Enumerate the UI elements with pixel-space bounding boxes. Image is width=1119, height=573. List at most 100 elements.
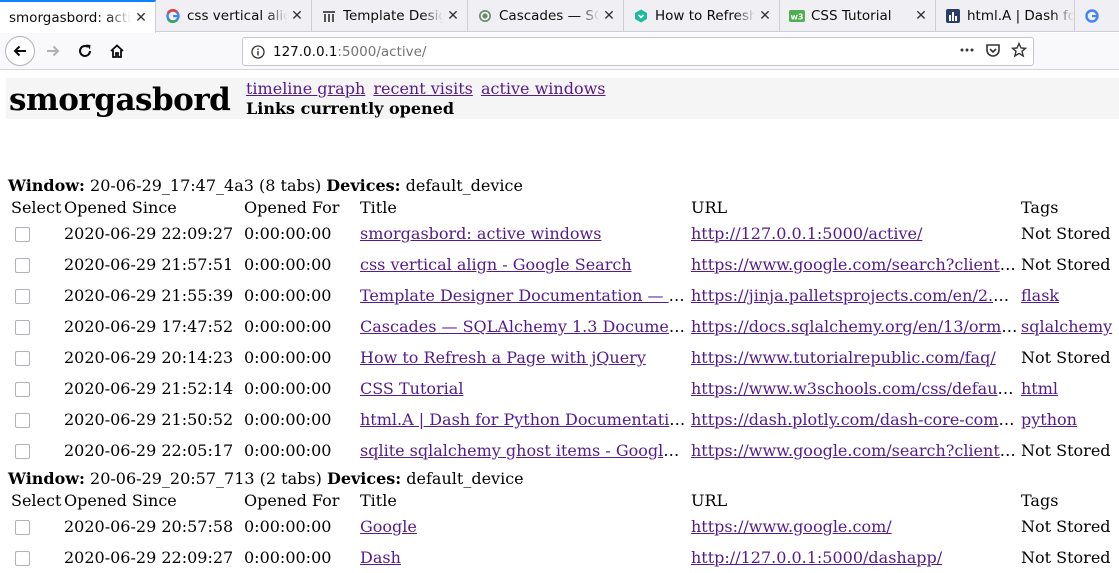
url-cell: http://127.0.0.1:5000/active/ <box>688 218 1018 249</box>
browser-tab-5[interactable]: w3 CSS Tutorial ✕ <box>780 0 936 32</box>
title-link[interactable]: Dash <box>360 548 401 567</box>
close-icon[interactable]: ✕ <box>599 8 619 24</box>
tags-cell: Not Stored <box>1018 249 1119 280</box>
browser-tab-2[interactable]: Template Designer Documentation ✕ <box>312 0 468 32</box>
select-checkbox[interactable] <box>15 320 30 335</box>
title-link[interactable]: How to Refresh a Page with jQuery <box>360 348 646 367</box>
url-link[interactable]: https://www.w3schools.com/css/default.as… <box>691 379 1018 398</box>
url-cell: https://dash.plotly.com/dash-core-compon… <box>688 404 1018 435</box>
close-icon[interactable]: ✕ <box>443 8 463 24</box>
select-checkbox[interactable] <box>15 413 30 428</box>
opened-for-cell: 0:00:00:00 <box>244 286 332 305</box>
select-checkbox[interactable] <box>15 258 30 273</box>
close-icon[interactable]: ✕ <box>131 10 151 26</box>
title-link[interactable]: sqlite sqlalchemy ghost items - Google S… <box>360 441 688 460</box>
device-name: default_device <box>405 176 523 195</box>
home-icon <box>110 44 124 58</box>
window-tab-count: (8 tabs) <box>259 176 322 195</box>
jinja-icon <box>321 8 337 24</box>
title-link[interactable]: Google <box>360 517 417 536</box>
bookmark-star-icon[interactable] <box>1011 42 1027 58</box>
close-icon[interactable]: ✕ <box>755 8 775 24</box>
url-cell: http://127.0.0.1:5000/dashapp/ <box>688 542 1018 573</box>
tags-cell: python <box>1018 404 1119 435</box>
table-header-row: Select Opened Since Opened For Title URL… <box>8 489 1119 511</box>
back-button[interactable] <box>5 36 35 66</box>
title-link[interactable]: CSS Tutorial <box>360 379 463 398</box>
url-link[interactable]: http://127.0.0.1:5000/dashapp/ <box>691 548 942 567</box>
url-link[interactable]: https://jinja.palletsprojects.com/en/2.1… <box>691 286 1018 305</box>
title-link[interactable]: smorgasbord: active windows <box>360 224 601 243</box>
reload-button[interactable] <box>70 36 100 66</box>
url-link[interactable]: https://www.google.com/search?client=fir… <box>691 255 1018 274</box>
nav-link-active-windows[interactable]: active windows <box>481 79 606 98</box>
title-cell: sqlite sqlalchemy ghost items - Google S… <box>357 435 688 466</box>
title-cell: Dash <box>357 542 688 573</box>
select-checkbox[interactable] <box>15 382 30 397</box>
page-subtitle: Links currently opened <box>246 99 455 118</box>
select-cell <box>8 311 61 342</box>
url-link[interactable]: https://www.google.com/search?client=fir… <box>691 441 1018 460</box>
reload-icon <box>79 44 91 57</box>
more-actions-icon[interactable] <box>959 42 975 58</box>
title-link[interactable]: Template Designer Documentation — Jinja … <box>360 286 688 305</box>
select-checkbox[interactable] <box>15 551 30 566</box>
w3schools-icon: w3 <box>789 8 805 24</box>
opened-since-cell: 2020-06-29 20:57:58 <box>64 517 234 536</box>
address-bar[interactable]: 127.0.0.1:5000/active/ <box>242 37 1034 66</box>
forward-button[interactable] <box>38 36 68 66</box>
opened-since-cell: 2020-06-29 21:50:52 <box>64 410 234 429</box>
browser-tab-3[interactable]: Cascades — SQLAlchemy ✕ <box>468 0 624 32</box>
select-cell <box>8 280 61 311</box>
address-bar-actions <box>959 42 1027 58</box>
tab-strip: smorgasbord: active windows ✕ css vertic… <box>0 0 1119 33</box>
opened-for-cell: 0:00:00:00 <box>244 379 332 398</box>
opened-for-cell: 0:00:00:00 <box>244 255 332 274</box>
back-arrow-icon <box>13 45 26 57</box>
browser-tab-1[interactable]: css vertical align - Google Search ✕ <box>156 0 312 32</box>
select-checkbox[interactable] <box>15 351 30 366</box>
close-icon[interactable]: ✕ <box>287 8 307 24</box>
browser-tab-overflow[interactable] <box>1075 0 1119 32</box>
url-link[interactable]: https://dash.plotly.com/dash-core-compon… <box>691 410 1018 429</box>
url-cell: https://www.tutorialrepublic.com/faq/ <box>688 342 1018 373</box>
home-button[interactable] <box>102 36 132 66</box>
table-row: 2020-06-29 22:05:17 0:00:00:00 sqlite sqla… <box>8 435 1119 466</box>
pocket-icon[interactable] <box>985 42 1001 58</box>
column-header-tags: Tags <box>1021 197 1059 217</box>
url-cell: https://jinja.palletsprojects.com/en/2.1… <box>688 280 1018 311</box>
select-checkbox[interactable] <box>15 444 30 459</box>
tag-link[interactable]: html <box>1021 379 1058 398</box>
url-link[interactable]: https://docs.sqlalchemy.org/en/13/orm/ca… <box>691 317 1018 336</box>
tag-link[interactable]: python <box>1021 410 1077 429</box>
opened-since-cell: 2020-06-29 21:52:14 <box>64 379 234 398</box>
browser-tab-6[interactable]: html.A | Dash for Python <box>936 0 1075 32</box>
url-link[interactable]: https://www.google.com/ <box>691 517 892 536</box>
select-checkbox[interactable] <box>15 520 30 535</box>
opened-since-cell: 2020-06-29 21:55:39 <box>64 286 234 305</box>
info-icon[interactable] <box>249 43 267 61</box>
url-path: :5000/active/ <box>337 43 427 60</box>
browser-tab-4[interactable]: How to Refresh a Page ✕ <box>624 0 780 32</box>
nav-link-recent-visits[interactable]: recent visits <box>373 79 473 98</box>
tag-link[interactable]: sqlalchemy <box>1021 317 1112 336</box>
nav-link-timeline-graph[interactable]: timeline graph <box>246 79 365 98</box>
title-link[interactable]: Cascades — SQLAlchemy 1.3 Documentation <box>360 317 688 336</box>
tags-cell: sqlalchemy <box>1018 311 1119 342</box>
select-checkbox[interactable] <box>15 227 30 242</box>
tab-title: How to Refresh a Page <box>655 8 755 24</box>
browser-tab-0[interactable]: smorgasbord: active windows ✕ <box>0 0 156 33</box>
title-link[interactable]: css vertical align - Google Search <box>360 255 632 274</box>
select-checkbox[interactable] <box>15 289 30 304</box>
tab-title: Template Designer Documentation <box>343 8 443 24</box>
opened-since-cell: 2020-06-29 22:09:27 <box>64 548 234 567</box>
url-link[interactable]: http://127.0.0.1:5000/active/ <box>691 224 922 243</box>
title-link[interactable]: html.A | Dash for Python Documentation |… <box>360 410 688 429</box>
brand-title: smorgasbord <box>9 82 231 118</box>
table-row: 2020-06-29 21:52:14 0:00:00:00 CSS Tutoria… <box>8 373 1119 404</box>
tags-cell: flask <box>1018 280 1119 311</box>
close-icon[interactable]: ✕ <box>911 8 931 24</box>
tag-link[interactable]: flask <box>1021 286 1059 305</box>
title-cell: smorgasbord: active windows <box>357 218 688 249</box>
url-link[interactable]: https://www.tutorialrepublic.com/faq/ <box>691 348 996 367</box>
